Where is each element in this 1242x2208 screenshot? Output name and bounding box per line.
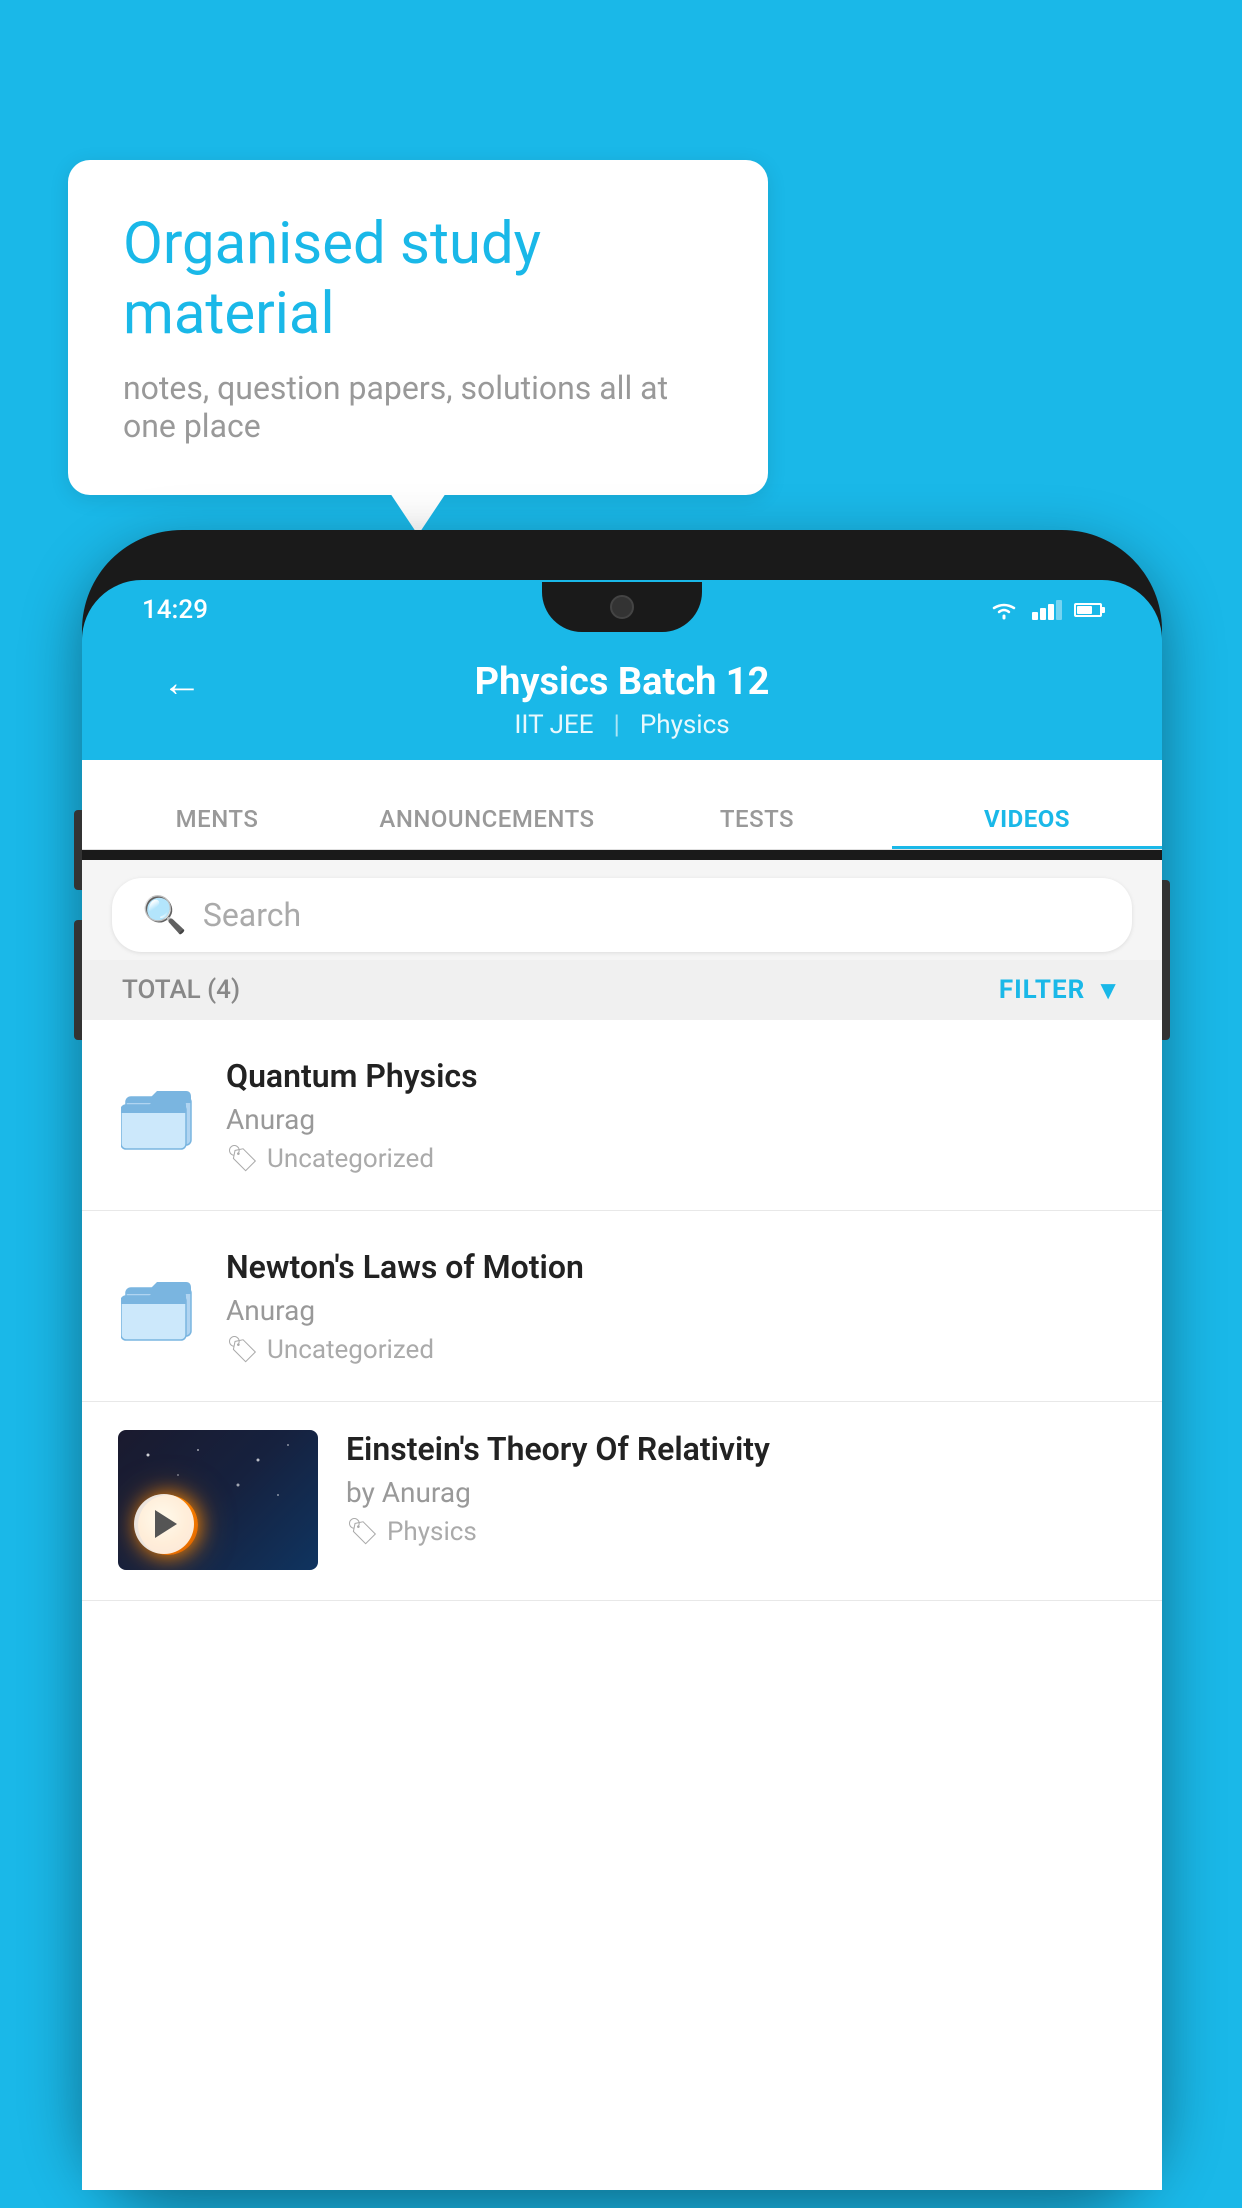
front-camera: [610, 595, 634, 619]
video-list: Quantum Physics Anurag 🏷 Uncategorized: [82, 1020, 1162, 2190]
list-item[interactable]: Newton's Laws of Motion Anurag 🏷 Uncateg…: [82, 1211, 1162, 1402]
play-triangle-icon: [155, 1510, 177, 1538]
filter-bar: TOTAL (4) FILTER ▼: [82, 960, 1162, 1020]
app-title: Physics Batch 12: [475, 660, 770, 704]
tab-ments[interactable]: MENTS: [82, 805, 352, 849]
phone-notch: [542, 582, 702, 632]
video-tag: 🏷 Uncategorized: [226, 1144, 1126, 1174]
total-count: TOTAL (4): [122, 975, 240, 1005]
list-item[interactable]: Einstein's Theory Of Relativity by Anura…: [82, 1402, 1162, 1601]
video-tag: 🏷 Physics: [346, 1517, 1126, 1547]
search-icon: 🔍: [142, 894, 187, 936]
video-info-3: Einstein's Theory Of Relativity by Anura…: [346, 1430, 1126, 1547]
tag-icon: 🏷: [346, 1517, 379, 1547]
speech-bubble: Organised study material notes, question…: [68, 160, 768, 495]
video-thumbnail: [118, 1430, 318, 1570]
app-header: ← Physics Batch 12 IIT JEE | Physics: [82, 640, 1162, 760]
status-time: 14:29: [142, 595, 208, 625]
video-author: by Anurag: [346, 1476, 1126, 1509]
video-info-1: Quantum Physics Anurag 🏷 Uncategorized: [226, 1057, 1126, 1174]
subtitle-separator: |: [613, 710, 619, 740]
search-bar[interactable]: 🔍 Search: [112, 878, 1132, 952]
bubble-subtitle: notes, question papers, solutions all at…: [123, 369, 713, 445]
app-subtitle: IIT JEE | Physics: [514, 710, 729, 740]
phone-frame: 14:29: [82, 530, 1162, 2190]
play-button[interactable]: [134, 1494, 194, 1554]
wifi-icon: [988, 598, 1020, 622]
video-title: Newton's Laws of Motion: [226, 1248, 1126, 1286]
video-info-2: Newton's Laws of Motion Anurag 🏷 Uncateg…: [226, 1248, 1126, 1365]
folder-thumb-1: [118, 1050, 198, 1180]
background: Organised study material notes, question…: [0, 0, 1242, 2208]
volume-down-button: [74, 920, 82, 1040]
subtitle-physics: Physics: [640, 710, 730, 740]
video-author: Anurag: [226, 1103, 1126, 1136]
volume-up-button: [74, 810, 82, 890]
tag-label: Uncategorized: [267, 1144, 434, 1174]
filter-icon: ▼: [1095, 975, 1122, 1006]
app-header-row: ← Physics Batch 12: [142, 660, 1102, 704]
tab-announcements[interactable]: ANNOUNCEMENTS: [352, 805, 622, 849]
tag-icon: 🏷: [226, 1144, 259, 1174]
search-container: 🔍 Search: [82, 860, 1162, 970]
tab-tests[interactable]: TESTS: [622, 805, 892, 849]
folder-thumb-2: [118, 1241, 198, 1371]
filter-button[interactable]: FILTER ▼: [999, 975, 1122, 1006]
filter-label: FILTER: [999, 975, 1085, 1005]
back-button[interactable]: ←: [162, 659, 202, 706]
tab-videos[interactable]: VIDEOS: [892, 805, 1162, 849]
status-icons: [988, 598, 1102, 622]
video-title: Einstein's Theory Of Relativity: [346, 1430, 1126, 1468]
tag-icon: 🏷: [226, 1335, 259, 1365]
folder-icon: [121, 1266, 196, 1346]
tag-label: Physics: [387, 1517, 477, 1547]
video-author: Anurag: [226, 1294, 1126, 1327]
tag-label: Uncategorized: [267, 1335, 434, 1365]
tabs-bar: MENTS ANNOUNCEMENTS TESTS VIDEOS: [82, 760, 1162, 850]
bubble-title: Organised study material: [123, 210, 713, 349]
search-placeholder: Search: [203, 896, 301, 934]
signal-icon: [1032, 600, 1062, 620]
video-tag: 🏷 Uncategorized: [226, 1335, 1126, 1365]
list-item[interactable]: Quantum Physics Anurag 🏷 Uncategorized: [82, 1020, 1162, 1211]
folder-icon: [121, 1075, 196, 1155]
battery-icon: [1074, 603, 1102, 617]
power-button: [1162, 880, 1170, 1040]
subtitle-iitjee: IIT JEE: [514, 710, 593, 740]
video-title: Quantum Physics: [226, 1057, 1126, 1095]
